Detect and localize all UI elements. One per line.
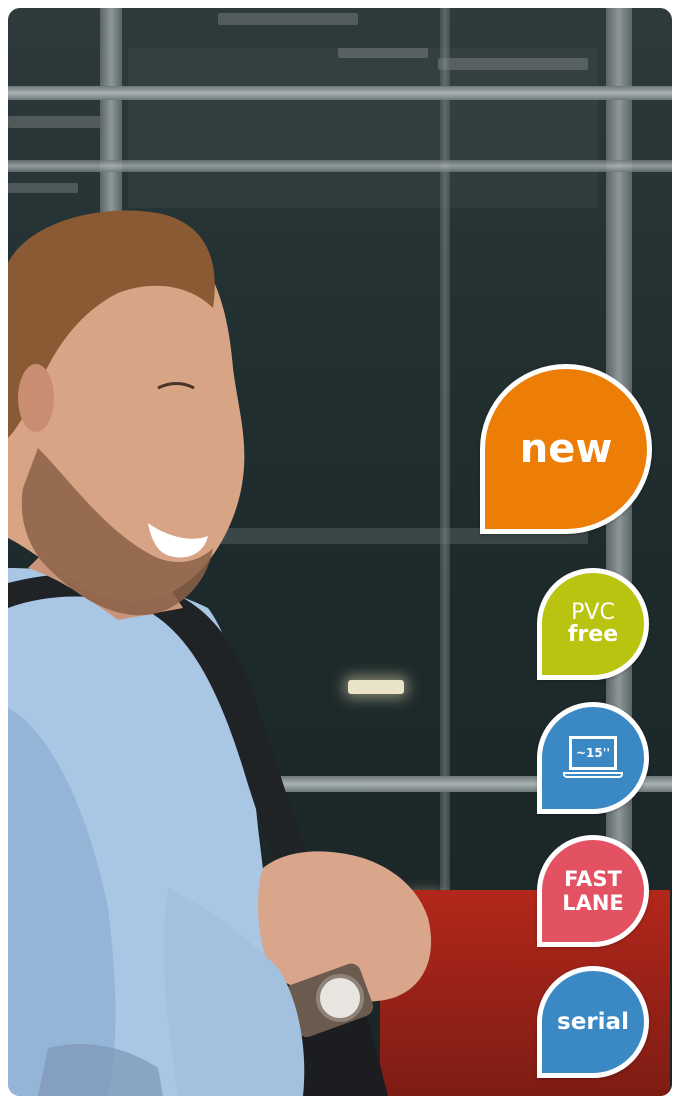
pvc-free-badge: PVC free bbox=[537, 568, 649, 680]
fast-label: FAST bbox=[564, 867, 622, 891]
new-badge: new bbox=[480, 364, 652, 534]
laptop-size-badge: ~15'' bbox=[537, 702, 649, 814]
serial-badge: serial bbox=[537, 966, 649, 1078]
laptop-icon: ~15'' bbox=[563, 736, 623, 780]
free-label: free bbox=[567, 622, 619, 647]
lane-label: LANE bbox=[562, 891, 624, 915]
fast-lane-badge: FAST LANE bbox=[537, 835, 649, 947]
pvc-label: PVC bbox=[571, 600, 615, 625]
laptop-size-label: ~15'' bbox=[575, 746, 611, 760]
new-badge-label: new bbox=[519, 426, 613, 472]
serial-label: serial bbox=[557, 1009, 629, 1035]
